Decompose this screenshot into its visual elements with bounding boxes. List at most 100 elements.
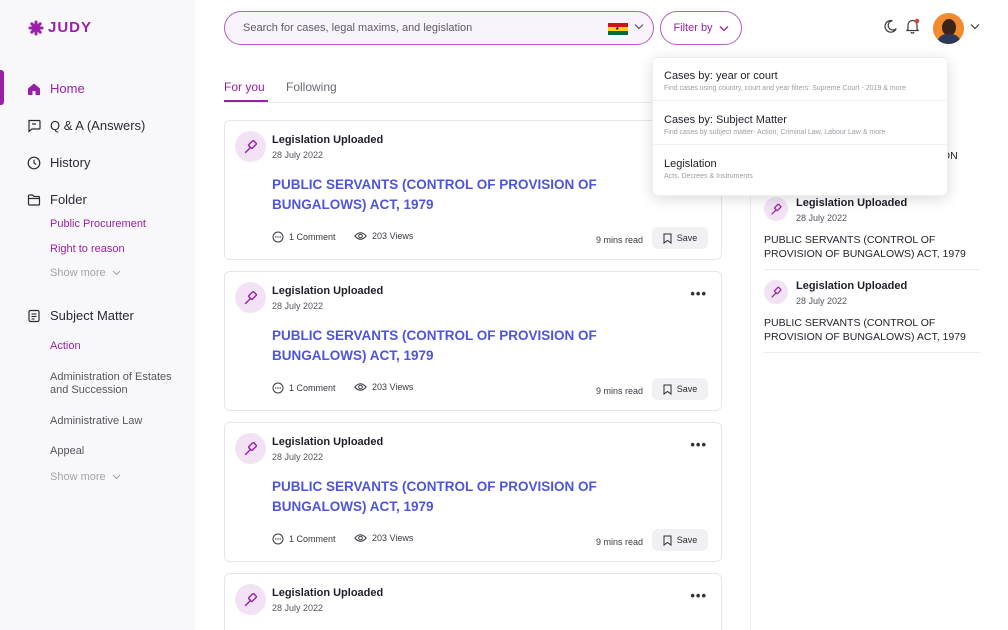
gavel-icon [244,441,257,455]
tab-following[interactable]: Following [286,80,337,94]
eye-icon [354,383,367,391]
subject-item-action[interactable]: Action [50,340,81,352]
bell-icon[interactable] [905,18,920,34]
comment-icon [272,533,284,545]
judy-logo[interactable]: JUDY [28,19,92,36]
item-date: 28 July 2022 [796,213,848,223]
chevron-down-icon[interactable] [634,23,644,30]
card-views: 203 Views [354,231,413,241]
divider [653,100,949,101]
card-title[interactable]: PUBLIC SERVANTS (CONTROL OF PROVISION OF… [272,175,672,215]
option-subtitle: Find cases using country, court and year… [664,85,906,92]
card-icon-wrap [235,282,266,313]
document-icon [28,309,40,322]
show-more-label: Show more [50,471,106,483]
item-type: Legislation Uploaded [796,197,908,209]
sidebar-item-qa[interactable]: Q & A (Answers) [27,118,145,133]
option-title: Legislation [664,158,717,170]
comment-icon [272,231,284,243]
comment-icon [272,382,284,394]
sidebar-item-label: Home [50,81,85,96]
filter-option-legislation[interactable]: Legislation Acts, Decrees & Instruments [653,158,949,180]
clock-icon [27,156,41,169]
avatar-shoulders [937,34,961,44]
gavel-icon [244,592,257,606]
folder-item-public-procurement[interactable]: Public Procurement [50,218,146,230]
card-title[interactable]: PUBLIC SERVANTS (CONTROL OF PROVISION OF… [272,326,672,366]
card-type: Legislation Uploaded [272,285,384,297]
card-icon-wrap [235,584,266,615]
search-bar[interactable]: ★ [224,11,654,45]
card-comments[interactable]: 1 Comment [272,231,336,243]
sidebar-item-history[interactable]: History [27,155,90,170]
search-input[interactable] [243,22,583,34]
subject-item-administrative-law[interactable]: Administrative Law [50,415,180,428]
moon-icon[interactable] [883,19,898,34]
view-count: 203 Views [372,382,414,392]
item-icon-wrap [764,197,788,221]
card-comments[interactable]: 1 Comment [272,382,336,394]
sidebar-item-folder[interactable]: Folder [27,192,87,207]
avatar[interactable] [933,13,964,44]
card-date: 28 July 2022 [272,452,324,462]
more-options-icon[interactable]: ••• [690,437,707,452]
save-button[interactable]: Save [652,529,708,551]
filter-option-year-or-court[interactable]: Cases by: year or court Find cases using… [653,70,949,92]
feed-card[interactable]: Legislation Uploaded 28 July 2022 PUBLIC… [224,120,722,260]
option-subtitle: Find cases by subject matter- Action, Cr… [664,129,886,136]
sidebar-item-subject-matter[interactable]: Subject Matter [27,308,134,323]
ghana-flag-icon[interactable]: ★ [608,23,628,35]
sidebar-item-home[interactable]: Home [27,81,85,96]
feed-card[interactable]: Legislation Uploaded 28 July 2022 ••• PU… [224,271,722,411]
home-icon [28,83,40,95]
card-date: 28 July 2022 [272,603,324,613]
item-type: Legislation Uploaded [796,280,908,292]
bookmark-icon [663,384,672,395]
more-options-icon[interactable]: ••• [690,286,707,301]
tab-divider [224,102,722,103]
chat-icon [28,119,41,133]
feed-card[interactable]: Legislation Uploaded 28 July 2022 ••• PU… [224,422,722,562]
active-nav-indicator [0,70,4,105]
save-button[interactable]: Save [652,378,708,400]
filter-by-button[interactable]: Filter by [660,11,742,45]
card-title[interactable]: PUBLIC SERVANTS (CONTROL OF PROVISION OF… [272,477,672,517]
item-title[interactable]: PUBLIC SERVANTS (CONTROL OF PROVISION OF… [764,316,980,344]
folders-show-more[interactable]: Show more [50,267,121,279]
option-subtitle: Acts, Decrees & Instruments [664,173,753,180]
chevron-down-icon[interactable] [970,23,980,30]
more-options-icon[interactable]: ••• [690,588,707,603]
view-count: 203 Views [372,231,414,241]
chevron-down-icon [112,270,121,276]
comment-count: 1 Comment [289,383,336,393]
subject-item-administration-of-estates[interactable]: Administration of Estates and Succession [50,371,180,397]
folder-item-right-to-reason[interactable]: Right to reason [50,243,125,255]
read-time: 9 mins read [595,235,643,245]
card-date: 28 July 2022 [272,301,324,311]
filter-dropdown-menu: Cases by: year or court Find cases using… [652,57,949,196]
subject-item-appeal[interactable]: Appeal [50,445,180,458]
subjects-show-more[interactable]: Show more [50,471,121,483]
eye-icon [354,534,367,542]
sidebar-item-label: History [50,155,91,170]
gavel-icon [244,139,257,153]
feed-card[interactable]: Legislation Uploaded 28 July 2022 ••• [224,573,722,630]
right-column-divider [750,130,751,630]
card-type: Legislation Uploaded [272,436,384,448]
card-views: 203 Views [354,533,413,543]
read-time: 9 mins read [595,386,643,396]
item-icon-wrap [764,280,788,304]
sidebar-item-label: Q & A (Answers) [50,118,146,133]
filter-option-subject-matter[interactable]: Cases by: Subject Matter Find cases by s… [653,114,949,136]
comment-count: 1 Comment [289,534,336,544]
brand-name: JUDY [48,19,93,36]
divider [764,352,980,353]
gavel-icon [770,203,781,215]
save-button[interactable]: Save [652,227,708,249]
tab-for-you[interactable]: For you [224,80,265,94]
card-type: Legislation Uploaded [272,134,384,146]
item-title[interactable]: PUBLIC SERVANTS (CONTROL OF PROVISION OF… [764,233,980,261]
bookmark-icon [663,233,672,244]
save-label: Save [676,535,698,545]
card-comments[interactable]: 1 Comment [272,533,336,545]
